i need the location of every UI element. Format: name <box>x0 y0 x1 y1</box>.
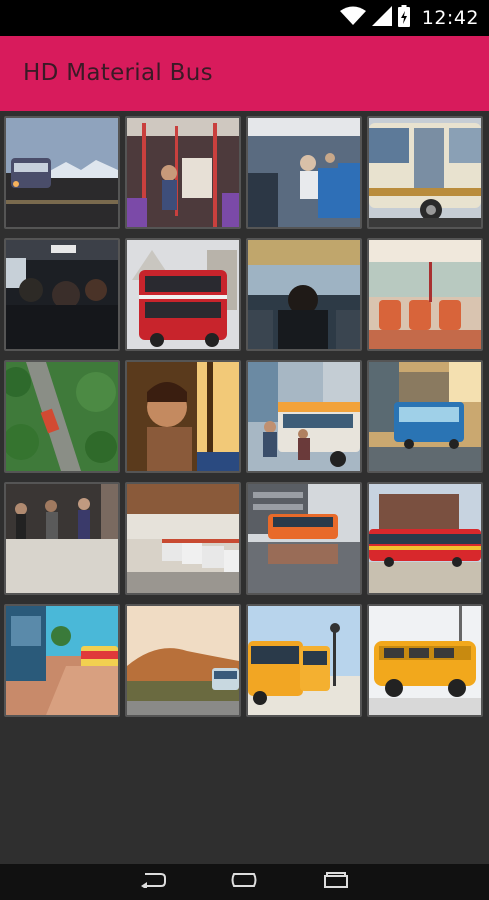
image-tile-bus-reflection-water[interactable] <box>246 482 362 595</box>
image-tile-red-yellow-bus-building[interactable] <box>367 482 483 595</box>
status-icons: 12:42 <box>339 4 479 32</box>
image-tile-woman-window-sunlight[interactable] <box>125 360 241 473</box>
home-button[interactable] <box>224 870 264 894</box>
image-tile-bus-stop-street-scene[interactable] <box>4 604 120 717</box>
image-tile-red-double-decker-bus[interactable] <box>125 238 241 351</box>
image-tile-bus-at-dusk-mountains[interactable] <box>4 116 120 229</box>
image-tile-dark-bus-interior-passengers[interactable] <box>4 238 120 351</box>
image-tile-landscape-van-hills[interactable] <box>125 604 241 717</box>
image-tile-city-bus-street-crowd[interactable] <box>246 360 362 473</box>
recents-button[interactable] <box>316 870 356 894</box>
wifi-icon <box>339 6 366 31</box>
back-icon <box>139 872 167 893</box>
image-tile-yellow-van-white-background[interactable] <box>367 604 483 717</box>
navigation-bar <box>0 864 489 900</box>
signal-icon <box>371 5 392 31</box>
image-tile-blue-bus-city-street[interactable] <box>367 360 483 473</box>
image-tile-bus-depot-parked-buses[interactable] <box>125 482 241 595</box>
back-button[interactable] <box>133 870 173 894</box>
image-tile-bus-interior-blue-seats[interactable] <box>246 116 362 229</box>
status-clock: 12:42 <box>421 7 479 29</box>
recents-icon <box>323 871 349 893</box>
image-tile-bus-driver-view[interactable] <box>246 238 362 351</box>
app-bar: HD Material Bus <box>0 36 489 111</box>
image-tile-white-coach-bus-side[interactable] <box>367 116 483 229</box>
image-tile-aerial-road-bus-forest[interactable] <box>4 360 120 473</box>
image-tile-yellow-buses-beach[interactable] <box>246 604 362 717</box>
image-tile-bus-interior-aisle-passengers[interactable] <box>125 116 241 229</box>
home-icon <box>229 872 259 893</box>
app-title: HD Material Bus <box>23 60 213 86</box>
image-tile-crowded-subway-station[interactable] <box>4 482 120 595</box>
phone-screen: 12:42 HD Material Bus <box>0 0 489 900</box>
image-grid <box>4 116 483 717</box>
image-tile-bus-interior-orange-seats[interactable] <box>367 238 483 351</box>
battery-icon <box>397 4 410 32</box>
status-bar: 12:42 <box>0 0 489 36</box>
